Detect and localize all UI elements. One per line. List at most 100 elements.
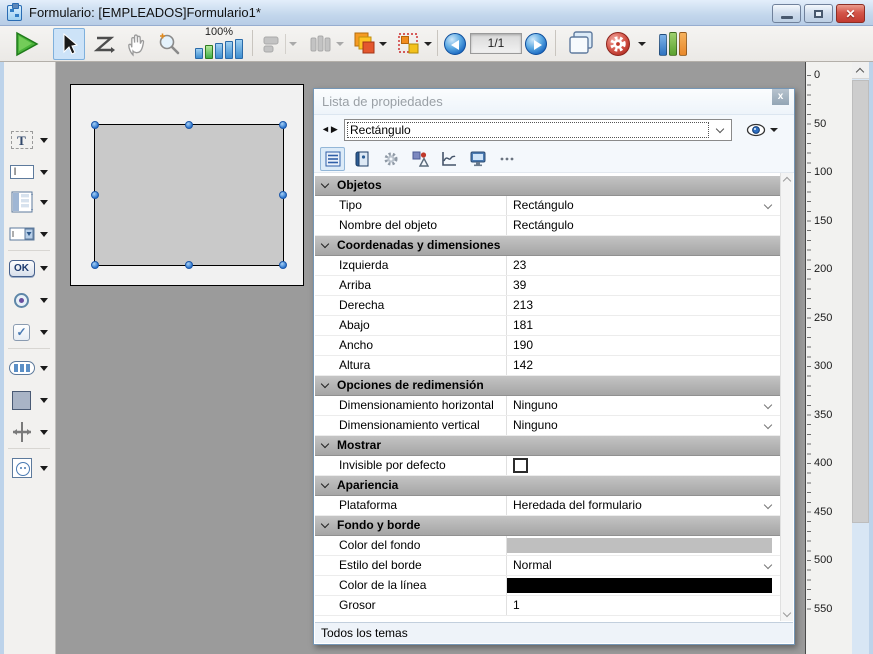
rectangle-tool-dropdown-arrow[interactable] [40,398,48,403]
sidebar-tool-combobox[interactable] [8,220,52,248]
property-value[interactable]: 1 [507,596,780,615]
object-prev-next-arrows[interactable]: ◄▶ [321,124,339,135]
color-swatch[interactable] [507,578,772,593]
dropdown-chevron-icon[interactable] [764,421,772,429]
text-tool-dropdown-arrow[interactable] [40,138,48,143]
plugin-tool-dropdown-arrow[interactable] [40,466,48,471]
sidebar-tool-radio[interactable] [8,286,52,314]
tab-data[interactable] [349,147,374,171]
scroll-up-icon[interactable] [783,177,791,185]
property-section-header[interactable]: Apariencia [315,476,780,496]
checkbox-tool-dropdown-arrow[interactable] [40,330,48,335]
property-value[interactable] [507,576,780,595]
section-collapse-icon[interactable] [321,240,329,248]
panel-footer[interactable]: Todos los temas [315,622,793,643]
property-list-scrollbar[interactable] [780,173,793,621]
previous-page-button[interactable] [444,33,466,55]
section-collapse-icon[interactable] [321,440,329,448]
property-section-header[interactable]: Coordenadas y dimensiones [315,236,780,256]
zoom-tool-button[interactable] [153,28,185,60]
property-section-header[interactable]: Objetos [315,176,780,196]
resize-handle-top-middle[interactable] [185,121,193,129]
sidebar-tool-button[interactable]: OK [8,254,52,282]
tab-display[interactable] [465,147,490,171]
property-value[interactable]: Rectángulo [507,216,780,235]
section-collapse-icon[interactable] [321,180,329,188]
property-value[interactable]: Rectángulo [507,196,780,215]
tab-more[interactable] [494,147,519,171]
view-options-button[interactable] [746,121,786,139]
actions-button[interactable] [603,28,649,60]
resize-handle-top-left[interactable] [91,121,99,129]
entry-order-tool-button[interactable] [88,28,120,60]
select-tool-button[interactable] [53,28,85,60]
form-page[interactable] [70,84,304,286]
property-section-header[interactable]: Opciones de redimensión [315,376,780,396]
canvas-vertical-scrollbar[interactable] [852,62,869,654]
layers-button[interactable] [349,28,389,60]
property-value[interactable]: 181 [507,316,780,335]
sidebar-tool-checkbox[interactable]: ✓ [8,318,52,346]
group-button[interactable] [393,28,435,60]
dropdown-chevron-icon[interactable] [764,561,772,569]
button-tool-dropdown-arrow[interactable] [40,266,48,271]
resize-handle-middle-right[interactable] [279,191,287,199]
panel-header[interactable]: Lista de propiedades x [314,89,794,115]
align-button[interactable] [258,28,300,60]
resize-handle-bottom-right[interactable] [279,261,287,269]
form-pages-button[interactable] [563,28,599,60]
property-section-header[interactable]: Mostrar [315,436,780,456]
property-value[interactable]: 213 [507,296,780,315]
pan-tool-button[interactable] [121,28,153,60]
zoom-control[interactable]: 100% [187,26,251,62]
dropdown-chevron-icon[interactable] [764,501,772,509]
dropdown-chevron-icon[interactable] [764,401,772,409]
field-tool-dropdown-arrow[interactable] [40,170,48,175]
splitter-tool-dropdown-arrow[interactable] [40,430,48,435]
sidebar-tool-plugin[interactable] [8,454,52,482]
scrollbar-thumb[interactable] [852,80,869,523]
execute-form-button[interactable] [8,28,44,60]
tab-objects[interactable] [407,147,432,171]
object-selector-combo[interactable]: Rectángulo [344,119,732,141]
resize-handle-bottom-middle[interactable] [185,261,193,269]
sidebar-tool-text[interactable]: T [8,126,52,154]
tab-property-list[interactable] [320,147,345,171]
minimize-button[interactable] [772,4,801,23]
sidebar-tool-field[interactable]: I [8,158,52,186]
property-value[interactable]: 142 [507,356,780,375]
dropdown-chevron-icon[interactable] [764,201,772,209]
tab-events[interactable] [436,147,461,171]
segmented-tool-dropdown-arrow[interactable] [40,366,48,371]
resize-handle-bottom-left[interactable] [91,261,99,269]
sidebar-tool-rectangle[interactable] [8,386,52,414]
next-page-button[interactable] [525,33,547,55]
close-button[interactable]: ✕ [836,4,865,23]
sidebar-tool-segmented[interactable] [8,354,52,382]
resize-handle-top-right[interactable] [279,121,287,129]
selected-rectangle-object[interactable] [94,124,284,266]
property-value[interactable]: 190 [507,336,780,355]
property-value[interactable] [507,456,780,475]
scroll-down-icon[interactable] [783,609,791,617]
color-swatch[interactable] [507,538,772,553]
property-value[interactable]: 39 [507,276,780,295]
property-value[interactable]: Ninguno [507,416,780,435]
property-section-header[interactable]: Fondo y borde [315,516,780,536]
sidebar-tool-listbox[interactable] [8,188,52,216]
library-button[interactable] [655,28,693,60]
property-value[interactable]: 23 [507,256,780,275]
combobox-tool-dropdown-arrow[interactable] [40,232,48,237]
section-collapse-icon[interactable] [321,520,329,528]
distribute-button[interactable] [303,28,347,60]
property-value[interactable]: Heredada del formulario [507,496,780,515]
resize-handle-middle-left[interactable] [91,191,99,199]
radio-tool-dropdown-arrow[interactable] [40,298,48,303]
panel-close-button[interactable]: x [772,89,789,105]
property-value[interactable]: Normal [507,556,780,575]
scrollbar-up-button[interactable] [852,62,869,79]
property-value[interactable]: Ninguno [507,396,780,415]
property-value[interactable] [507,536,780,555]
tab-action[interactable] [378,147,403,171]
invisible-checkbox[interactable] [513,458,528,473]
